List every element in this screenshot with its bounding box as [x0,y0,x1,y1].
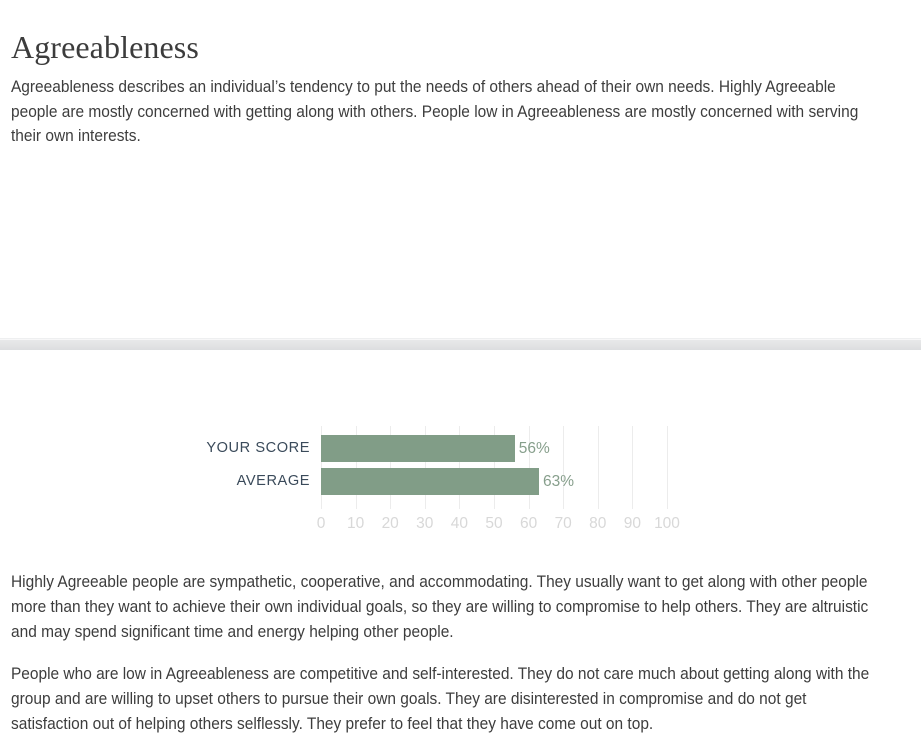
x-tick-label: 90 [623,515,642,532]
trait-report-page: Agreeableness Agreeableness describes an… [0,0,921,750]
x-tick-label: 20 [381,515,399,532]
description-paragraph: People who are low in Agreeableness are … [11,665,870,733]
bar-category-label: YOUR SCORE [206,440,310,456]
x-tick-label: 0 [316,515,326,532]
bar-value-label: 63% [542,473,574,490]
chart-bars: YOUR SCORE 56% AVERAGE 63% [206,426,667,509]
x-tick-label: 100 [654,515,680,532]
score-bar-chart: YOUR SCORE 56% AVERAGE 63% 0 10 20 30 40 50 60 70 8… [0,415,921,535]
section-divider [0,338,921,350]
x-tick-label: 10 [346,515,365,532]
x-tick-label: 40 [450,515,469,532]
trait-intro-paragraph: Agreeableness describes an individual’s … [11,78,859,146]
chart-x-axis-labels: 0 10 20 30 40 50 60 70 80 90 100 [317,514,680,536]
chart-plot-area: YOUR SCORE 56% AVERAGE 63% 0 10 20 30 40 50 60 70 8… [206,426,680,532]
bar-fill [321,435,515,462]
bar-row: YOUR SCORE 56% [206,435,667,462]
bar-fill [321,468,539,495]
x-tick-label: 60 [519,515,538,532]
gridline [667,426,668,509]
bar-value-label: 56% [518,440,550,457]
page-title: Agreeableness [11,29,199,66]
description-paragraph: Highly Agreeable people are sympathetic,… [11,573,869,641]
bar-category-label: AVERAGE [236,473,310,489]
x-tick-label: 80 [589,515,607,532]
x-tick-label: 70 [554,515,572,532]
x-tick-label: 30 [416,515,434,532]
bar-row: AVERAGE 63% [237,468,667,495]
trait-description: Highly Agreeable people are sympathetic,… [11,570,914,737]
x-tick-label: 50 [485,515,503,532]
